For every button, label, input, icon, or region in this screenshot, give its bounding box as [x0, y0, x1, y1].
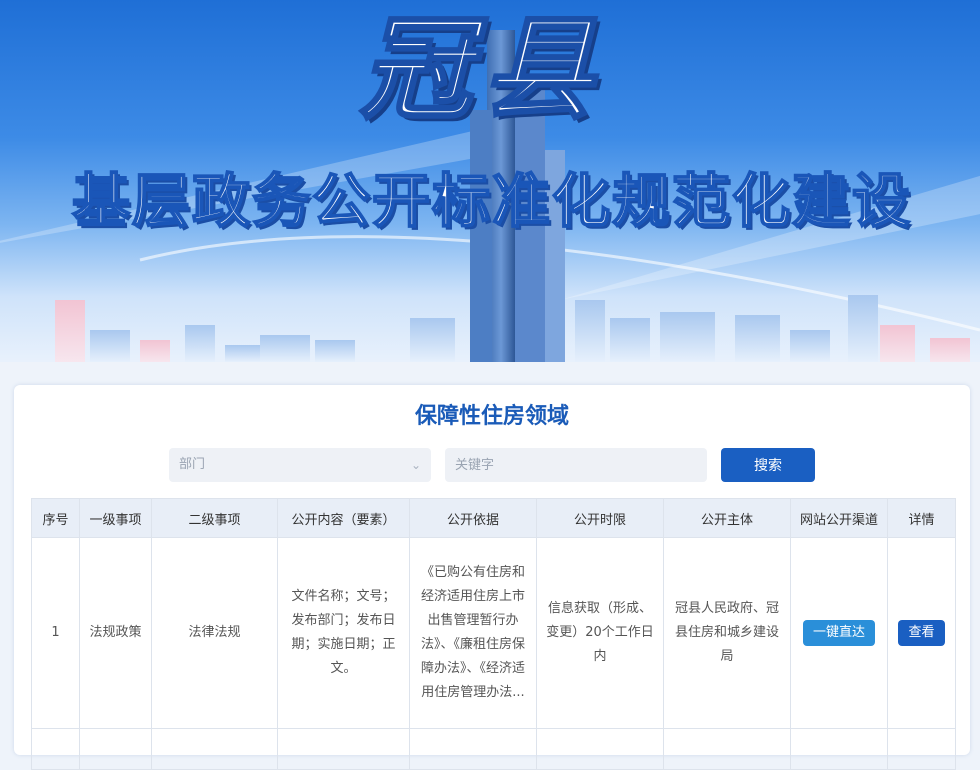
- cell-level1: 法规政策: [79, 537, 152, 729]
- page-title: 保障性住房领域: [414, 404, 569, 429]
- cell-basis: 《已购公有住房和经济适用住房上市出售管理暂行办法》、《廉租住房保障办法》、《经济…: [409, 537, 537, 729]
- table-row: [31, 728, 956, 770]
- column-header: 公开内容（要素）: [277, 498, 410, 538]
- cell-empty: [790, 728, 888, 770]
- data-table: 序号 一级事项 二级事项 公开内容（要素） 公开依据 公开时限 公开主体 网站公…: [31, 498, 956, 770]
- column-header: 一级事项: [79, 498, 152, 538]
- cell-channel: 一键直达: [790, 537, 888, 729]
- cell-empty: [79, 728, 152, 770]
- chevron-down-icon: ⌄: [410, 458, 421, 472]
- table-row: 1 法规政策 法律法规 文件名称；文号；发布部门；发布日期；实施日期；正文。 《…: [31, 537, 956, 729]
- cell-level2: 法律法规: [151, 537, 278, 729]
- department-select-placeholder: 部门: [179, 457, 206, 472]
- cell-empty: [31, 728, 80, 770]
- keyword-input[interactable]: [445, 448, 707, 482]
- banner-subtitle: 基层政务公开标准化规范化建设: [71, 166, 912, 236]
- column-header: 序号: [31, 498, 80, 538]
- county-name-title: 冠县: [359, 3, 604, 137]
- column-header: 公开主体: [663, 498, 791, 538]
- cell-empty: [887, 728, 956, 770]
- column-header: 公开时限: [536, 498, 664, 538]
- cell-empty: [151, 728, 278, 770]
- column-header: 公开依据: [409, 498, 537, 538]
- column-header: 详情: [887, 498, 956, 538]
- column-header: 二级事项: [151, 498, 278, 538]
- cell-empty: [663, 728, 791, 770]
- department-select[interactable]: 部门 ⌄: [169, 448, 431, 482]
- column-header: 网站公开渠道: [790, 498, 888, 538]
- cell-content: 文件名称；文号；发布部门；发布日期；实施日期；正文。: [277, 537, 410, 729]
- cell-deadline: 信息获取（形成、变更）20个工作日内: [536, 537, 664, 729]
- content-panel: 保障性住房领域 部门 ⌄ 搜索 序号 一级事项 二级事项 公开内容（要素） 公开…: [14, 385, 970, 770]
- cell-detail: 查看: [887, 537, 956, 729]
- cell-index: 1: [31, 537, 80, 729]
- search-button[interactable]: 搜索: [721, 448, 815, 482]
- cell-subject: 冠县人民政府、冠县住房和城乡建设局: [663, 537, 791, 729]
- cell-empty: [536, 728, 664, 770]
- cell-empty: [409, 728, 537, 770]
- header-banner: 冠县 基层政务公开标准化规范化建设: [0, 0, 980, 362]
- direct-access-button[interactable]: 一键直达: [802, 620, 875, 646]
- cell-empty: [277, 728, 410, 770]
- view-detail-button[interactable]: 查看: [898, 620, 945, 646]
- table-header-row: 序号 一级事项 二级事项 公开内容（要素） 公开依据 公开时限 公开主体 网站公…: [31, 498, 956, 538]
